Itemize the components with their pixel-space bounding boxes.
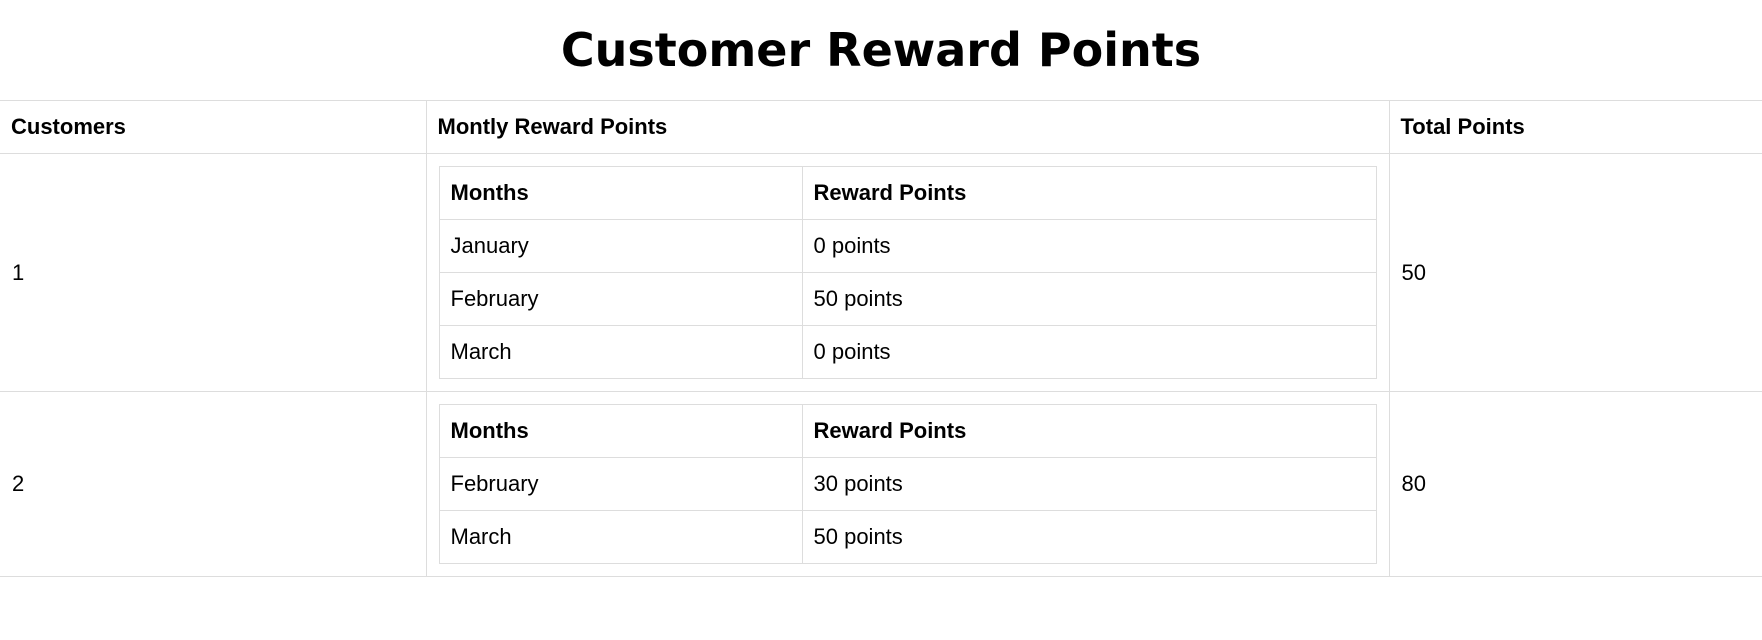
- header-monthly-points: Montly Reward Points: [426, 100, 1390, 154]
- month-points: 50 points: [801, 510, 1377, 564]
- list-item: February 50 points: [438, 272, 1377, 326]
- month-name: March: [438, 325, 803, 379]
- month-points: 0 points: [801, 325, 1377, 379]
- total-points: 80: [1388, 391, 1762, 577]
- list-item: February 30 points: [438, 457, 1377, 511]
- month-points: 50 points: [801, 272, 1377, 326]
- rewards-table: Customers Montly Reward Points Total Poi…: [0, 100, 1762, 577]
- monthly-points-table: Months Reward Points January 0 points Fe…: [438, 166, 1377, 379]
- customer-id: 2: [0, 391, 427, 577]
- list-item: January 0 points: [438, 219, 1377, 273]
- monthly-points-cell: Months Reward Points January 0 points Fe…: [425, 153, 1390, 392]
- inner-header-row: Months Reward Points: [438, 404, 1377, 458]
- month-name: March: [438, 510, 803, 564]
- header-customers: Customers: [0, 100, 427, 154]
- header-reward-points: Reward Points: [801, 166, 1377, 220]
- header-total-points: Total Points: [1389, 100, 1762, 154]
- list-item: March 50 points: [438, 510, 1377, 564]
- monthly-points-table: Months Reward Points February 30 points …: [438, 404, 1377, 564]
- month-points: 30 points: [801, 457, 1377, 511]
- page-title: Customer Reward Points: [560, 23, 1202, 77]
- month-name: February: [438, 457, 803, 511]
- header-months: Months: [438, 166, 803, 220]
- customer-id: 1: [0, 153, 427, 392]
- inner-header-row: Months Reward Points: [438, 166, 1377, 220]
- month-name: February: [438, 272, 803, 326]
- table-header-row: Customers Montly Reward Points Total Poi…: [0, 100, 1762, 154]
- table-row: 2 Months Reward Points February 30 point…: [0, 391, 1762, 577]
- monthly-points-cell: Months Reward Points February 30 points …: [425, 391, 1390, 577]
- month-name: January: [438, 219, 803, 273]
- table-row: 1 Months Reward Points January 0 points: [0, 153, 1762, 392]
- total-points: 50: [1388, 153, 1762, 392]
- list-item: March 0 points: [438, 325, 1377, 379]
- month-points: 0 points: [801, 219, 1377, 273]
- header-months: Months: [438, 404, 803, 458]
- header-reward-points: Reward Points: [801, 404, 1377, 458]
